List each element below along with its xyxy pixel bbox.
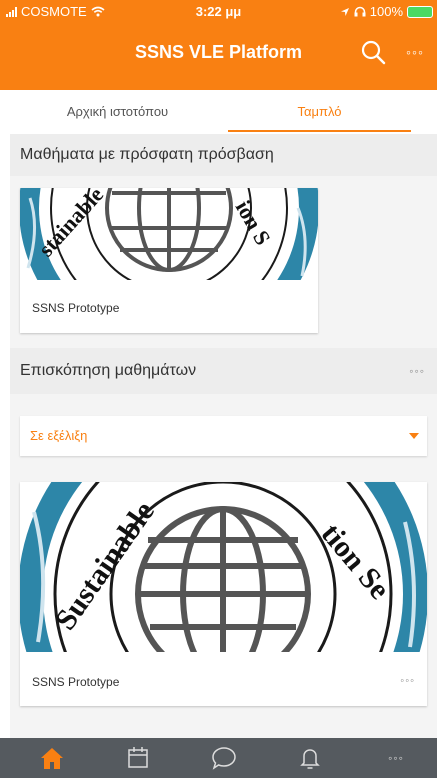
header-more-button[interactable]: ◦◦◦ xyxy=(402,40,428,64)
tab-bar: Αρχική ιστοτόπου Ταμπλό xyxy=(0,90,437,134)
course-image-large: Sustainable tion Se xyxy=(20,482,427,652)
recent-course-card[interactable]: stainable ion S SSNS Prototype xyxy=(20,188,318,333)
tab-dashboard[interactable]: Ταμπλό xyxy=(228,90,411,134)
recent-course-title[interactable]: SSNS Prototype xyxy=(32,301,119,315)
active-tab-indicator xyxy=(228,130,411,132)
nav-notifications[interactable] xyxy=(296,744,324,772)
more-icon[interactable]: ◦◦◦ xyxy=(382,744,410,772)
battery-percent: 100% xyxy=(369,4,403,19)
search-icon xyxy=(361,40,386,65)
chevron-down-icon xyxy=(409,433,419,439)
bottom-nav: ◦◦◦ xyxy=(0,738,437,778)
home-icon xyxy=(41,748,63,769)
course-more-button[interactable]: ◦◦◦ xyxy=(400,675,415,687)
tab-site-home[interactable]: Αρχική ιστοτόπου xyxy=(10,90,225,134)
calendar-icon xyxy=(128,747,148,768)
messages-icon xyxy=(212,747,236,770)
nav-messages[interactable] xyxy=(210,744,238,772)
nav-home[interactable] xyxy=(38,744,66,772)
notifications-icon xyxy=(300,749,320,769)
course-overview-title: Επισκόπηση μαθημάτων xyxy=(20,362,197,379)
overview-more-button[interactable]: ◦◦◦ xyxy=(409,348,425,394)
course-overview-heading: Επισκόπηση μαθημάτων ◦◦◦ xyxy=(10,348,437,394)
course-image: stainable ion S xyxy=(20,188,318,280)
headphones-icon xyxy=(354,6,366,17)
recent-courses-title: Μαθήματα με πρόσφατη πρόσβαση xyxy=(20,146,274,163)
course-overview-title-text[interactable]: SSNS Prototype xyxy=(32,675,119,689)
status-right: 100% xyxy=(340,4,433,19)
recent-courses-heading: Μαθήματα με πρόσφατη πρόσβαση xyxy=(10,134,437,176)
dashboard-content: Μαθήματα με πρόσφατη πρόσβαση stainable … xyxy=(10,134,437,738)
location-icon xyxy=(340,7,349,16)
nav-calendar[interactable] xyxy=(124,744,152,772)
course-logo-large: Sustainable tion Se xyxy=(20,482,427,652)
course-overview-card[interactable]: Sustainable tion Se SSNS Prototype ◦◦◦ xyxy=(20,482,427,706)
search-button[interactable] xyxy=(358,37,388,67)
course-logo: stainable ion S xyxy=(20,188,318,280)
app-header: COSMOTE 3:22 μμ 100% SSNS VLE Platform ◦… xyxy=(0,0,437,90)
battery-icon xyxy=(407,5,433,18)
filter-selected-value: Σε εξέλιξη xyxy=(30,428,88,443)
status-bar: COSMOTE 3:22 μμ 100% xyxy=(0,0,437,22)
course-filter-dropdown[interactable]: Σε εξέλιξη xyxy=(20,416,427,456)
